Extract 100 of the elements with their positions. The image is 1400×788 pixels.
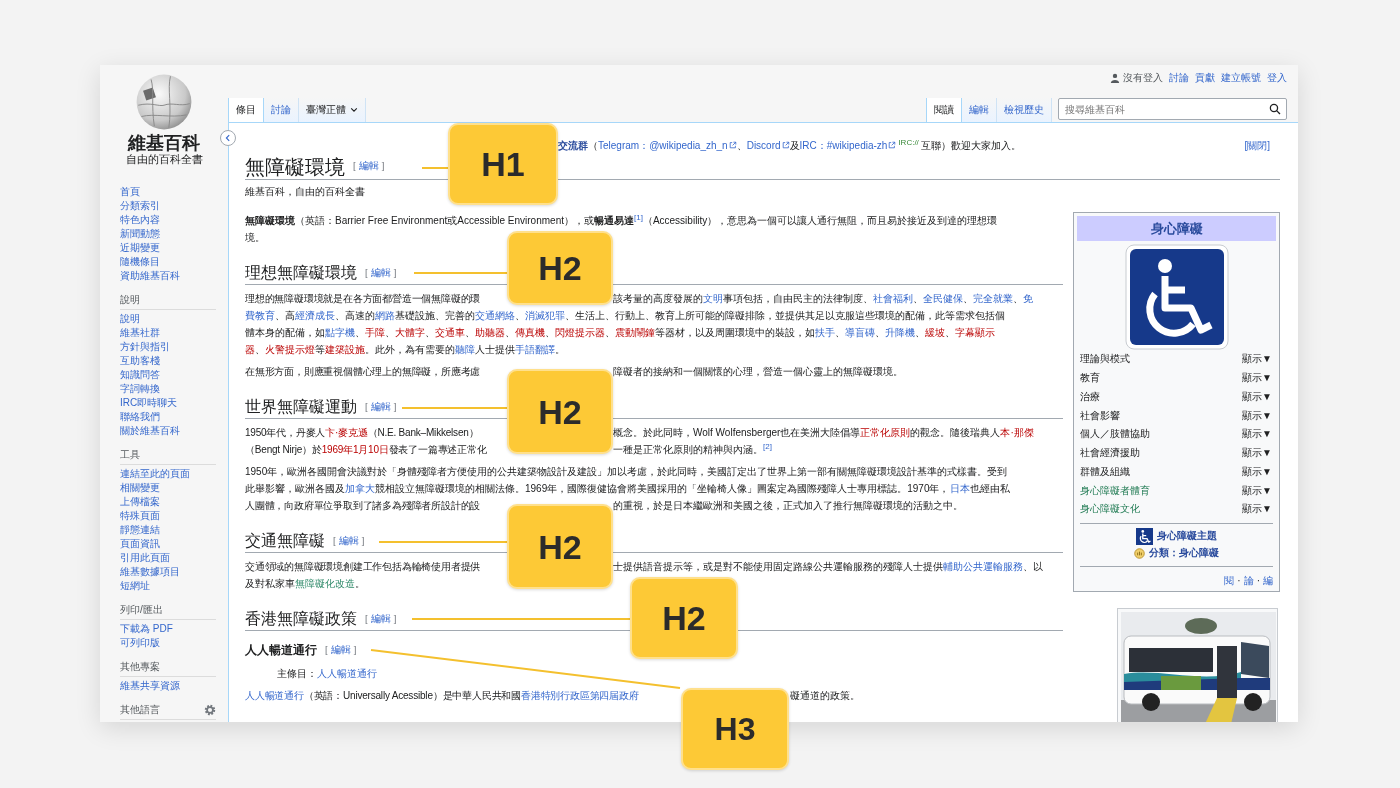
sidebar-link[interactable]: 可列印版 (100, 636, 160, 650)
link[interactable]: 人人暢道通行 (245, 690, 304, 701)
link[interactable]: 加拿大 (345, 483, 375, 494)
sidebar-link[interactable]: 引用此頁面 (100, 551, 170, 565)
link[interactable]: 傳真機 (515, 327, 545, 338)
reference-link[interactable]: [1] (634, 212, 643, 222)
link[interactable]: 交通車 (435, 327, 465, 338)
link[interactable]: IRC:// (898, 137, 919, 147)
show-toggle[interactable]: 顯示▼ (1242, 446, 1272, 461)
edit-link[interactable]: [ 編輯 ] (365, 400, 397, 414)
variant-dropdown[interactable]: 臺灣正體 (299, 98, 366, 122)
link[interactable]: 交流群 (558, 140, 588, 151)
edit-link[interactable]: [ 編輯 ] (365, 612, 397, 626)
link[interactable]: 緩坡 (925, 327, 945, 338)
sidebar-link[interactable]: 關於維基百科 (100, 424, 180, 438)
link[interactable]: 正常化原則 (860, 427, 911, 438)
link[interactable]: 輔助公共運輸服務 (943, 561, 1023, 572)
search-icon[interactable] (1269, 103, 1281, 115)
infobox-link[interactable]: 身心障礙文化 (1080, 502, 1140, 517)
link[interactable]: 卞·麥克遜 (325, 427, 368, 438)
close-link[interactable]: [關閉] (1244, 137, 1270, 154)
edit-link[interactable]: [ 編輯 ] (365, 266, 397, 280)
link[interactable]: 扶手 (815, 327, 835, 338)
sidebar-link[interactable]: 說明 (100, 312, 140, 326)
sidebar-link[interactable]: 資助維基百科 (100, 269, 180, 283)
collapse-button[interactable] (220, 130, 236, 146)
navbar-link[interactable]: 論 (1243, 572, 1254, 589)
sidebar-link[interactable]: 互助客棧 (100, 354, 160, 368)
show-toggle[interactable]: 顯示▼ (1242, 352, 1272, 367)
link[interactable]: 消滅犯罪 (525, 310, 565, 321)
navbar-link[interactable]: 閱 (1224, 572, 1235, 589)
link[interactable]: 全民健保 (923, 293, 963, 304)
infobox-link[interactable]: 身心障礙者體育 (1080, 483, 1150, 498)
sidebar-link[interactable]: 首頁 (100, 185, 140, 199)
sidebar-link[interactable]: 分類索引 (100, 199, 160, 213)
link[interactable]: 字幕顯示 (955, 327, 995, 338)
show-toggle[interactable]: 顯示▼ (1242, 371, 1272, 386)
link[interactable]: 網路 (375, 310, 395, 321)
sidebar-link[interactable]: 短網址 (100, 579, 150, 593)
sidebar-link[interactable]: 相關變更 (100, 481, 160, 495)
tab[interactable]: 條目 (228, 98, 264, 122)
link[interactable]: 人人暢道通行 (317, 668, 377, 679)
show-toggle[interactable]: 顯示▼ (1242, 408, 1272, 423)
link[interactable]: 建築設施 (325, 344, 365, 355)
personal-link[interactable]: 貢獻 (1195, 72, 1215, 84)
link[interactable]: 本·那傑 (1000, 427, 1034, 438)
edit-link[interactable]: [ 編輯 ] (353, 160, 385, 173)
link[interactable]: 導盲磚 (845, 327, 875, 338)
tab[interactable]: 編輯 (962, 98, 997, 122)
link[interactable]: 1969年1月10日 (321, 444, 389, 455)
reference-link[interactable]: [2] (763, 441, 772, 451)
show-toggle[interactable]: 顯示▼ (1242, 502, 1272, 517)
sidebar-link[interactable]: IRC即時聊天 (100, 396, 178, 410)
show-toggle[interactable]: 顯示▼ (1242, 464, 1272, 479)
search-field[interactable]: 搜尋維基百科 (1058, 98, 1287, 120)
link[interactable]: 完全就業 (973, 293, 1013, 304)
sidebar-link[interactable]: 頁面資訊 (100, 537, 160, 551)
link[interactable]: 大體字 (395, 327, 425, 338)
personal-link[interactable]: 討論 (1169, 72, 1189, 84)
tab[interactable]: 討論 (264, 98, 299, 122)
link[interactable]: IRC：#wikipedia-zh (799, 140, 897, 151)
sidebar-link[interactable]: 維基數據項目 (100, 565, 180, 579)
link[interactable]: 助聽器 (475, 327, 505, 338)
link[interactable]: 手障 (365, 327, 385, 338)
sidebar-link[interactable]: 字詞轉換 (100, 382, 160, 396)
link[interactable]: 無障礙化改造 (295, 578, 355, 589)
link[interactable]: 手語翻譯 (515, 344, 555, 355)
tab[interactable]: 閱讀 (926, 98, 962, 122)
sidebar-link[interactable]: 特殊頁面 (100, 509, 160, 523)
link[interactable]: 升降機 (885, 327, 915, 338)
sidebar-link[interactable]: 隨機條目 (100, 255, 160, 269)
link[interactable]: Discord (746, 140, 790, 151)
link[interactable]: 閃燈提示器 (555, 327, 605, 338)
sidebar-link[interactable]: 特色內容 (100, 213, 160, 227)
link[interactable]: 交通網絡 (475, 310, 515, 321)
personal-link[interactable]: 登入 (1267, 72, 1287, 84)
show-toggle[interactable]: 顯示▼ (1242, 483, 1272, 498)
edit-link[interactable]: [ 編輯 ] (333, 534, 365, 548)
sidebar-link[interactable]: 方針與指引 (100, 340, 170, 354)
sidebar-link[interactable]: 維基共享資源 (100, 679, 180, 693)
link[interactable]: 日本 (949, 483, 970, 494)
show-toggle[interactable]: 顯示▼ (1242, 427, 1272, 442)
sidebar-link[interactable]: 靜態連結 (100, 523, 160, 537)
sidebar-link[interactable]: 聯絡我們 (100, 410, 160, 424)
portal-link[interactable]: 身心障礙主題 (1157, 529, 1217, 544)
link[interactable]: 香港特別行政區第四屆政府 (520, 690, 639, 701)
link[interactable]: 經濟成長 (295, 310, 335, 321)
personal-link[interactable]: 建立帳號 (1221, 72, 1261, 84)
link[interactable]: 震動鬧鐘 (615, 327, 655, 338)
sidebar-link[interactable]: 知識問答 (100, 368, 160, 382)
sidebar-link[interactable]: 維基社群 (100, 326, 160, 340)
link[interactable]: 點字機 (325, 327, 355, 338)
sidebar-link[interactable]: 連結至此的頁面 (100, 467, 190, 481)
sidebar-link[interactable]: 上傳檔案 (100, 495, 160, 509)
tab[interactable]: 檢視歷史 (997, 98, 1052, 122)
category-link[interactable]: 分類：身心障礙 (1149, 546, 1219, 561)
show-toggle[interactable]: 顯示▼ (1242, 389, 1272, 404)
link[interactable]: 社會福利 (873, 293, 913, 304)
sidebar-link[interactable]: 下載為 PDF (100, 622, 173, 636)
link[interactable]: 文明 (703, 293, 723, 304)
